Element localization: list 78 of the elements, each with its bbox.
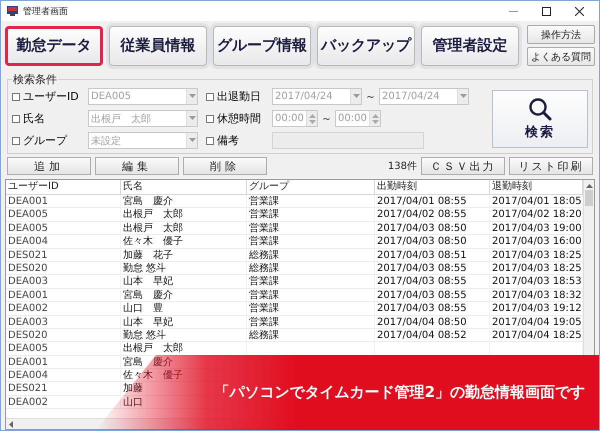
field-label: ユーザーID <box>23 89 80 104</box>
help-button[interactable]: 操作方法 <box>527 25 595 44</box>
field-label: グループ <box>23 133 68 148</box>
column-header[interactable]: 退勤時刻 <box>490 180 583 195</box>
scroll-left-arrow-icon[interactable] <box>9 421 14 428</box>
table-cell: DEA003 <box>6 316 121 329</box>
table-cell: 2017/04/03 08:55 <box>375 262 490 276</box>
table-cell: DES020 <box>6 262 121 276</box>
field-label: 出退勤日 <box>217 89 262 104</box>
table-cell: 2017/04/03 08:51 <box>375 248 490 262</box>
table-cell: 営業課 <box>247 275 375 289</box>
nav-tab[interactable]: 勤怠データ <box>5 26 103 66</box>
table-cell: 営業課 <box>247 316 375 329</box>
table-cell: 営業課 <box>247 195 375 208</box>
scrollbar-thumb[interactable] <box>585 190 593 206</box>
column-header[interactable]: ユーザーID <box>6 180 121 195</box>
table-cell: DEA005 <box>6 208 121 222</box>
table-cell: 2017/04/03 08:50 <box>375 235 490 249</box>
table-cell: 2017/04/01 08:55 <box>375 195 490 208</box>
export-button[interactable]: ＣＳＶ出力 <box>421 157 505 175</box>
table-cell: 2017/04/03 08:50 <box>375 222 490 236</box>
table-cell: 宮島 慶介 <box>121 195 247 208</box>
table-cell: DES021 <box>6 382 121 396</box>
table-cell: DEA004 <box>6 369 121 382</box>
search-icon <box>528 96 552 120</box>
action-button[interactable]: 追加 <box>7 157 91 175</box>
table-cell: 山本 早妃 <box>121 316 247 329</box>
table-cell: 加藤 花子 <box>121 248 247 262</box>
table-cell: 出根戸 太郎 <box>121 222 247 236</box>
table-cell: 2017/04/02 08:55 <box>375 208 490 222</box>
export-button[interactable]: リスト印刷 <box>509 157 593 175</box>
scroll-up-arrow-icon[interactable] <box>586 183 592 188</box>
table-cell: 2017/04/04 08:52 <box>375 328 490 342</box>
table-cell: DES021 <box>6 248 121 262</box>
window-title: 管理者画面 <box>23 6 69 18</box>
record-count: 138件 <box>388 160 417 173</box>
table-cell: 山口 豊 <box>121 302 247 316</box>
table-cell: 山本 早妃 <box>121 275 247 289</box>
table-cell: 勤怠 悠斗 <box>121 328 247 342</box>
table-cell: 営業課 <box>247 208 375 222</box>
action-button[interactable]: 編集 <box>95 157 179 175</box>
table-cell: 勤怠 悠斗 <box>121 262 247 276</box>
table-cell: DEA002 <box>6 302 121 316</box>
table-cell: DEA005 <box>6 222 121 236</box>
table-cell: 2017/04/03 08:55 <box>375 288 490 302</box>
table-cell: 総務課 <box>247 262 375 276</box>
column-header[interactable]: 出勤時刻 <box>375 180 490 195</box>
table-cell: 2017/04/04 08:50 <box>375 316 490 329</box>
table-cell: 総務課 <box>247 328 375 342</box>
range-separator: ～ <box>365 89 376 104</box>
column-header[interactable]: グループ <box>247 180 375 195</box>
table-cell: 2017/04/03 08:55 <box>375 275 490 289</box>
table-cell: 総務課 <box>247 248 375 262</box>
table-cell: 営業課 <box>247 288 375 302</box>
table-cell: 宮島 慶介 <box>121 288 247 302</box>
field-label: 氏名 <box>23 111 46 126</box>
table-cell: DEA005 <box>6 342 121 356</box>
range-separator: ～ <box>321 111 332 126</box>
search-button[interactable]: 検索 <box>492 90 588 148</box>
help-button[interactable]: よくある質問 <box>527 47 595 66</box>
app-icon <box>7 6 18 16</box>
table-cell: DEA004 <box>6 235 121 249</box>
table-cell: 営業課 <box>247 235 375 249</box>
table-cell: DEA001 <box>6 356 121 370</box>
table-cell: 営業課 <box>247 222 375 236</box>
action-button[interactable]: 削除 <box>183 157 267 175</box>
table-cell: 2017/04/03 08:55 <box>375 302 490 316</box>
table-cell: 佐々木 優子 <box>121 235 247 249</box>
table-cell: DEA001 <box>6 288 121 302</box>
column-header[interactable]: 氏名 <box>121 180 247 195</box>
field-label: 備考 <box>217 133 240 148</box>
table-cell: DEA003 <box>6 275 121 289</box>
group-legend: 検索条件 <box>12 72 58 87</box>
table-cell: DES020 <box>6 328 121 342</box>
table-cell: 出根戸 太郎 <box>121 208 247 222</box>
table-cell: DEA001 <box>6 195 121 208</box>
table-cell: 営業課 <box>247 302 375 316</box>
field-label: 休憩時間 <box>217 111 262 126</box>
